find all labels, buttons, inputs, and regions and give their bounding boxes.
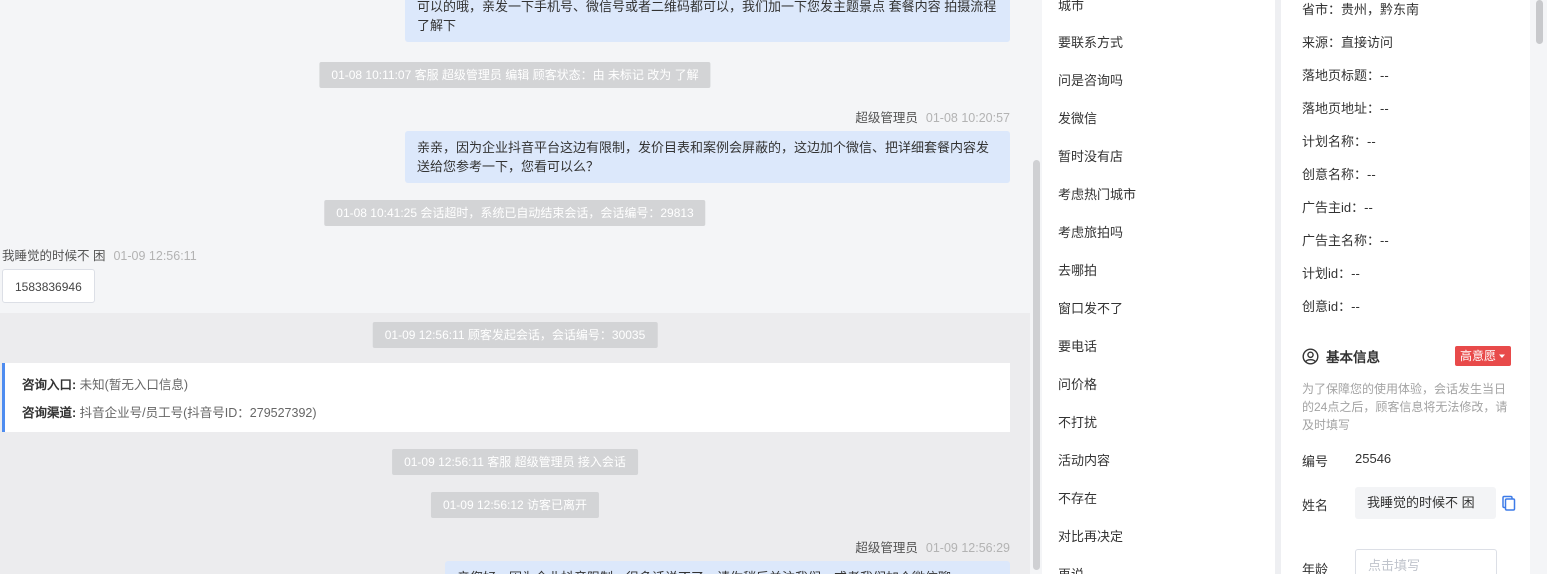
id-value: 25546	[1355, 451, 1392, 466]
source-field: 来源：直接访问	[1302, 35, 1394, 50]
quick-reply-item[interactable]: 暂时没有店	[1058, 146, 1123, 165]
message-time: 01-08 10:20:57	[925, 111, 1010, 125]
chat-pane[interactable]: 可以的哦，亲发一下手机号、微信号或者二维码都可以，我们加一下您发主题景点 套餐内…	[0, 0, 1030, 574]
quick-reply-item[interactable]: 考虑热门城市	[1058, 184, 1136, 203]
quick-reply-list[interactable]: 城市 要联系方式 问是咨询吗 发微信 暂时没有店 考虑热门城市 考虑旅拍吗 去哪…	[1042, 0, 1275, 574]
caret-down-icon	[1499, 354, 1506, 358]
quick-reply-item[interactable]: 对比再决定	[1058, 526, 1123, 545]
message-time: 01-09 12:56:11	[113, 249, 197, 263]
consult-channel-label: 咨询渠道:	[22, 406, 77, 420]
region-field: 省市：贵州，黔东南	[1302, 2, 1420, 17]
landing-title-field: 落地页标题：--	[1302, 68, 1389, 83]
user-circle-icon	[1302, 347, 1319, 365]
sender-name: 超级管理员	[855, 111, 918, 125]
session-highlight	[0, 313, 1030, 574]
advertiser-id-field: 广告主id：--	[1302, 200, 1373, 215]
age-label: 年龄	[1302, 562, 1329, 574]
system-message: 01-09 12:56:11 顾客发起会话，会话编号：30035	[372, 322, 658, 348]
creative-id-field: 创意id：--	[1302, 299, 1360, 314]
consult-entry-value: 未知(暂无入口信息)	[79, 378, 188, 392]
landing-url-field: 落地页地址：--	[1302, 101, 1389, 116]
quick-reply-item[interactable]: 要联系方式	[1058, 32, 1123, 51]
quick-reply-item[interactable]: 不存在	[1058, 488, 1097, 507]
system-message: 01-09 12:56:12 访客已离开	[430, 492, 600, 518]
copy-icon[interactable]	[1500, 495, 1516, 511]
system-message: 01-09 12:56:11 客服 超级管理员 接入会话	[392, 449, 638, 475]
quick-reply-item[interactable]: 活动内容	[1058, 450, 1110, 469]
message-meta: 超级管理员 01-09 12:56:29	[855, 537, 1010, 556]
message-meta: 超级管理员 01-08 10:20:57	[855, 107, 1010, 126]
edit-notice: 为了保障您的使用体验，会话发生当日的24点之后，顾客信息将无法修改，请及时填写	[1302, 382, 1508, 432]
name-input[interactable]: 我睡觉的时候不 困	[1355, 487, 1496, 519]
quick-reply-item[interactable]: 问价格	[1058, 374, 1097, 393]
plan-id-field: 计划id：--	[1302, 266, 1360, 281]
panel-scrollbar-track[interactable]	[1530, 0, 1547, 574]
message-time: 01-09 12:56:29	[925, 541, 1010, 555]
consult-entry-label: 咨询入口:	[22, 378, 77, 392]
customer-info-panel[interactable]: 省市：贵州，黔东南 来源：直接访问 落地页标题：-- 落地页地址：-- 计划名称…	[1281, 0, 1530, 574]
system-message: 01-08 10:11:07 客服 超级管理员 编辑 顾客状态：由 未标记 改为…	[319, 62, 711, 88]
agent-message: 亲亲，因为企业抖音平台这边有限制，发价目表和案例会屏蔽的，这边加个微信、把详细套…	[405, 131, 1010, 183]
quick-reply-item[interactable]: 考虑旅拍吗	[1058, 222, 1123, 241]
system-message: 01-08 10:41:25 会话超时，系统已自动结束会话，会话编号：29813	[324, 200, 706, 226]
agent-message: 可以的哦，亲发一下手机号、微信号或者二维码都可以，我们加一下您发主题景点 套餐内…	[405, 0, 1010, 42]
panel-scrollbar-thumb[interactable]	[1536, 0, 1543, 44]
customer-message[interactable]: 1583836946	[2, 269, 95, 303]
sender-name: 超级管理员	[855, 541, 918, 555]
basic-info-title: 基本信息	[1326, 350, 1380, 365]
basic-info-heading: 基本信息	[1302, 346, 1380, 366]
quick-reply-item[interactable]: 去哪拍	[1058, 260, 1097, 279]
name-label: 姓名	[1302, 498, 1329, 513]
quick-reply-item[interactable]: 城市	[1058, 0, 1084, 14]
consult-channel: 咨询渠道: 抖音企业号/员工号(抖音号ID：279527392)	[22, 399, 1010, 427]
consult-info-card: 咨询入口: 未知(暂无入口信息) 咨询渠道: 抖音企业号/员工号(抖音号ID：2…	[2, 363, 1010, 432]
consult-entry: 咨询入口: 未知(暂无入口信息)	[22, 371, 1010, 399]
quick-reply-item[interactable]: 不打扰	[1058, 412, 1097, 431]
chat-scrollbar[interactable]	[1033, 160, 1040, 570]
age-input[interactable]: 点击填写	[1355, 549, 1497, 574]
consult-channel-value: 抖音企业号/员工号(抖音号ID：279527392)	[79, 406, 317, 420]
intent-dropdown[interactable]: 高意愿	[1455, 346, 1512, 366]
advertiser-name-field: 广告主名称：--	[1302, 233, 1389, 248]
quick-reply-item[interactable]: 发微信	[1058, 108, 1097, 127]
message-meta: 我睡觉的时候不 困 01-09 12:56:11	[2, 245, 197, 264]
quick-reply-item[interactable]: 窗口发不了	[1058, 298, 1123, 317]
id-label: 编号	[1302, 454, 1329, 469]
agent-message: 亲您好，因为企业抖音限制，很多话说不了，请你稍后关注我们，或者我们加个微信聊	[445, 561, 1010, 574]
creative-name-field: 创意名称：--	[1302, 167, 1376, 182]
quick-reply-item[interactable]: 要电话	[1058, 336, 1097, 355]
quick-reply-item[interactable]: 问是咨询吗	[1058, 70, 1123, 89]
plan-name-field: 计划名称：--	[1302, 134, 1376, 149]
sender-name: 我睡觉的时候不 困	[2, 249, 106, 263]
quick-reply-item[interactable]: 再说	[1058, 564, 1084, 574]
intent-label: 高意愿	[1460, 349, 1497, 363]
